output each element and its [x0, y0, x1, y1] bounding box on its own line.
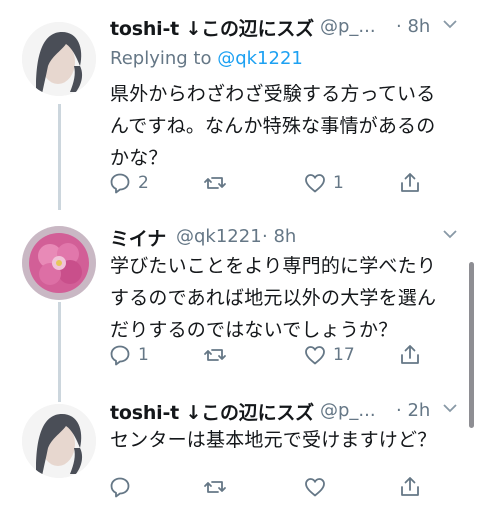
avatar[interactable] [22, 226, 96, 300]
like-icon [305, 346, 325, 365]
reply-icon [110, 477, 130, 498]
reply-button[interactable]: 2 [108, 168, 149, 198]
thread-line [58, 198, 61, 210]
retweet-icon [204, 177, 226, 189]
retweet-icon [204, 481, 226, 493]
display-name[interactable]: ミイナ [110, 224, 166, 251]
timestamp[interactable]: · 2h [396, 400, 430, 421]
tweet-text-line: 県外からわざわざ受験する方っている [110, 83, 436, 105]
handle[interactable]: @qk1221 [176, 226, 262, 247]
action-bar: 1 17 [108, 340, 428, 370]
action-bar [108, 472, 428, 502]
retweet-button[interactable] [203, 472, 227, 502]
chevron-down-icon[interactable] [442, 228, 458, 240]
avatar[interactable] [22, 22, 96, 96]
tweet-header: ミイナ @qk1221 · 8h [110, 218, 470, 251]
retweet-button[interactable] [203, 340, 233, 370]
tweet-header: toshi-t ↓この辺にスズ @p_... · 8h [110, 8, 470, 41]
like-button[interactable]: 1 [303, 168, 344, 198]
tweet-text: 学びたいことをより専門的に学べたり するのであれば地元以外の大学を選ん だりする… [110, 250, 460, 346]
handle[interactable]: @p_... [320, 400, 376, 421]
share-icon [401, 173, 419, 192]
reply-button[interactable]: 1 [108, 340, 149, 370]
like-count: 17 [333, 345, 355, 365]
like-button[interactable] [303, 472, 327, 502]
mention-link[interactable]: @qk1221 [217, 48, 303, 69]
tweet-text-line: んですね。なんか特殊な事情があるの [110, 115, 436, 137]
tweet-text-line: するのであれば地元以外の大学を選ん [110, 287, 437, 309]
scrollbar[interactable] [469, 262, 474, 428]
tweet-text: 県外からわざわざ受験する方っている んですね。なんか特殊な事情があるの かな？ [110, 78, 460, 174]
share-button[interactable] [398, 168, 422, 198]
like-button[interactable]: 17 [303, 340, 355, 370]
timestamp[interactable]: · 8h [262, 226, 296, 247]
tweet-text-line: 学びたいことをより専門的に学べたり [110, 255, 437, 277]
timestamp[interactable]: · 8h [396, 16, 430, 37]
tweet-text: センターは基本地元で受けますけど？ [110, 424, 460, 456]
tweet-3[interactable]: toshi-t ↓この辺にスズ @p_... · 2h センターは基本地元で受け… [0, 392, 480, 518]
reply-count: 1 [138, 345, 149, 365]
like-icon [305, 478, 325, 497]
reply-icon [110, 345, 130, 366]
replying-to: Replying to @qk1221 [110, 48, 303, 69]
tweet-1[interactable]: toshi-t ↓この辺にスズ @p_... · 8h Replying to … [0, 8, 480, 204]
reply-icon [110, 173, 130, 194]
avatar[interactable] [22, 404, 96, 478]
thread-line [58, 302, 61, 402]
like-icon [305, 174, 325, 193]
display-name[interactable]: toshi-t ↓この辺にスズ [110, 14, 314, 41]
chevron-down-icon[interactable] [442, 18, 458, 30]
tweet-text-line: センターは基本地元で受けますけど？ [110, 429, 437, 451]
share-icon [401, 477, 419, 496]
reply-button[interactable] [108, 472, 132, 502]
tweet-2[interactable]: ミイナ @qk1221 · 8h 学びたいことをより専門的に学べたり するのであ… [0, 198, 480, 402]
action-bar: 2 1 [108, 168, 428, 198]
share-icon [401, 345, 419, 364]
reply-count: 2 [138, 173, 149, 193]
share-button[interactable] [398, 472, 422, 502]
thread-line [58, 104, 61, 204]
retweet-icon [204, 349, 226, 361]
tweet-header: toshi-t ↓この辺にスズ @p_... · 2h [110, 392, 470, 425]
share-button[interactable] [398, 340, 422, 370]
chevron-down-icon[interactable] [442, 402, 458, 414]
retweet-button[interactable] [203, 168, 233, 198]
like-count: 1 [333, 173, 344, 193]
handle[interactable]: @p_... [320, 16, 376, 37]
display-name[interactable]: toshi-t ↓この辺にスズ [110, 398, 314, 425]
